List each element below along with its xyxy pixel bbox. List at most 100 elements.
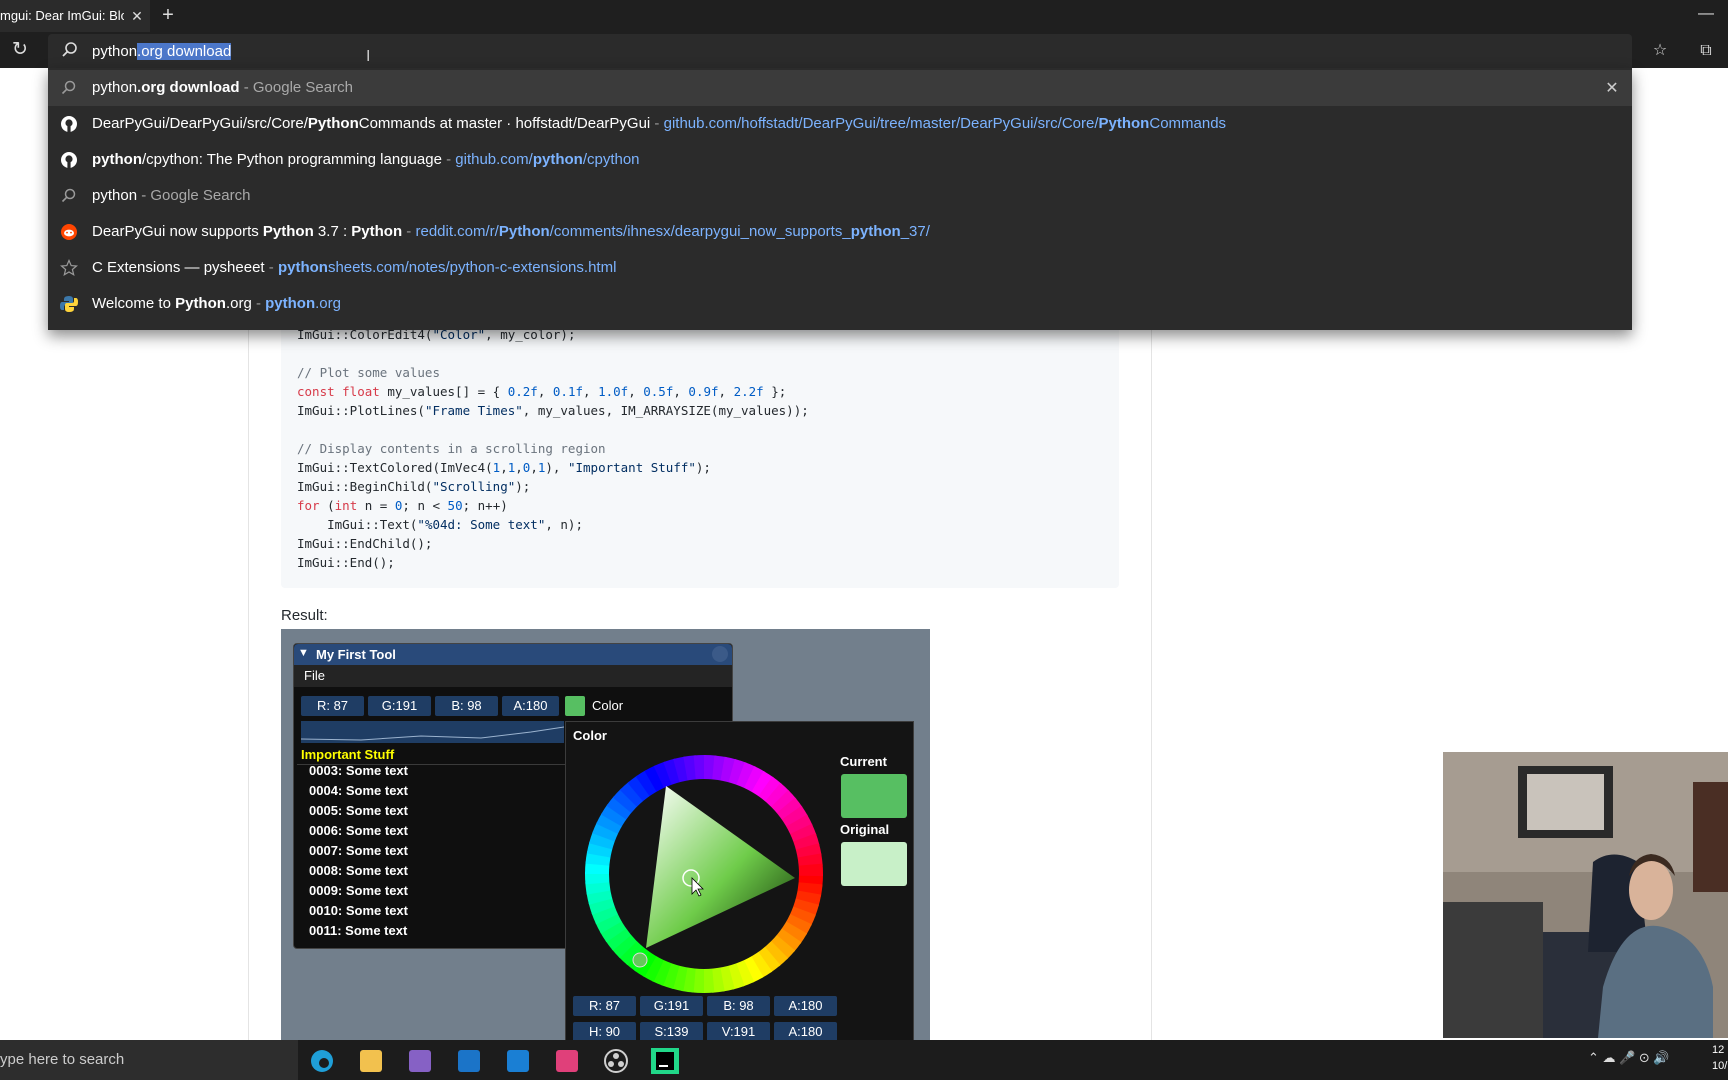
code-token: ImGui::BeginChild(	[297, 479, 433, 494]
code-token: );	[515, 479, 531, 494]
edge-icon[interactable]	[304, 1046, 340, 1076]
visual-studio-icon[interactable]	[402, 1046, 438, 1076]
system-tray[interactable]: ⌃ ☁ 🎤 ⊙ 🔊	[1588, 1050, 1670, 1066]
address-input[interactable]: python.org download	[92, 41, 232, 63]
picker-field-r: R: 87	[573, 996, 636, 1016]
suggestion-url: pythonsheets.com/notes/python-c-extensio…	[278, 259, 616, 276]
code-token: ImGui::TextColored(ImVec4(	[297, 460, 493, 475]
suggestion-title-part: Python	[307, 115, 359, 132]
address-bar[interactable]	[48, 34, 1632, 68]
minimize-icon[interactable]: —	[1696, 0, 1716, 32]
scroll-list-item: 0003: Some text	[309, 763, 408, 778]
suggestion-url: python.org	[265, 295, 341, 312]
scroll-list-item: 0007: Some text	[309, 843, 408, 858]
picker-field-b: B: 98	[707, 996, 770, 1016]
code-line: const float my_values[] = { 0.2f, 0.1f, …	[297, 382, 786, 401]
suggestion-url-part: /comments/ihnesx/dearpygui_now_supports_	[549, 223, 851, 240]
trello-icon[interactable]	[500, 1046, 536, 1076]
scroll-list-item: 0008: Some text	[309, 863, 408, 878]
code-token: // Plot some values	[297, 365, 440, 380]
dismiss-suggestion-icon[interactable]: ✕	[1600, 78, 1624, 100]
tab-bar	[0, 0, 1728, 32]
suggestion-url-part: python	[850, 223, 901, 240]
code-token: ,	[500, 460, 508, 475]
new-tab-icon[interactable]: +	[158, 0, 178, 32]
tab-close-icon[interactable]: ✕	[128, 0, 146, 32]
imgui-window-title: My First Tool	[294, 644, 732, 665]
suggestion-url-part: .org	[315, 295, 341, 312]
code-token: 0.1f	[552, 384, 584, 399]
taskbar-search-box[interactable]: ype here to search	[0, 1040, 298, 1080]
refresh-icon[interactable]: ↻	[8, 36, 32, 64]
suggestion-text: DearPyGui/DearPyGui/src/Core/PythonComma…	[92, 106, 1226, 142]
picker-current-swatch	[841, 774, 907, 818]
suggestion-title-part: python	[92, 187, 138, 204]
code-token: 50	[447, 498, 463, 513]
clock-time[interactable]: 12	[1712, 1044, 1724, 1056]
address-typed-text: python	[92, 43, 138, 60]
outlook-icon[interactable]	[451, 1046, 487, 1076]
clock-date[interactable]: 10/	[1712, 1060, 1727, 1072]
suggestion-title-part: .org	[225, 295, 252, 312]
suggestion-url-part: github.com/hoffstadt/DearPyGui/tree/mast…	[663, 115, 1099, 132]
suggestion-title-part: python	[92, 151, 142, 168]
code-token: "Frame Times"	[424, 403, 523, 418]
suggestion-url-part: Commands	[1149, 115, 1227, 132]
suggestion-title-part: Python	[262, 223, 314, 240]
code-token: );	[695, 460, 711, 475]
scroll-list-item: 0005: Some text	[309, 803, 408, 818]
code-token: (	[319, 498, 335, 513]
suggestion-title-part: 3.7 :	[313, 223, 352, 240]
scroll-list-item: 0004: Some text	[309, 783, 408, 798]
code-token: ; n <	[402, 498, 448, 513]
picker-original-label: Original	[840, 822, 890, 837]
code-token: "Important Stuff"	[567, 460, 696, 475]
collapse-arrow-icon: ▼	[298, 647, 309, 659]
code-line: // Plot some values	[297, 363, 440, 382]
scroll-list-item: 0006: Some text	[309, 823, 408, 838]
scroll-list-item: 0009: Some text	[309, 883, 408, 898]
scroll-list-item: 0010: Some text	[309, 903, 408, 918]
suggestion-url-part: python	[532, 151, 583, 168]
suggestion-item[interactable]: Welcome to Python.org - python.org	[48, 286, 1632, 322]
code-token: const float	[297, 384, 380, 399]
suggestion-url-part: /cpython	[582, 151, 640, 168]
code-token: ,	[530, 460, 538, 475]
picker-field-g: G:191	[640, 996, 703, 1016]
obs-icon[interactable]	[598, 1046, 634, 1076]
suggestion-separator: -	[264, 259, 278, 276]
suggestion-item[interactable]: python.org download - Google Search	[48, 70, 1632, 106]
imgui-color-label: Color	[592, 698, 624, 713]
picker-field-a2: A:180	[774, 1022, 837, 1042]
picker-current-label: Current	[840, 754, 887, 769]
file-explorer-icon[interactable]	[353, 1046, 389, 1076]
suggestion-text: python - Google Search	[92, 178, 250, 214]
suggestion-item[interactable]: python/cpython: The Python programming l…	[48, 142, 1632, 178]
suggestion-item[interactable]: DearPyGui now supports Python 3.7 : Pyth…	[48, 214, 1632, 250]
code-token: // Display contents in a scrolling regio…	[297, 441, 606, 456]
figma-icon[interactable]	[549, 1046, 585, 1076]
suggestion-title-part: Python	[175, 295, 226, 312]
picker-field-a: A:180	[774, 996, 837, 1016]
imgui-plot-lines	[300, 721, 565, 743]
picker-title: Color	[573, 728, 607, 743]
suggestion-item[interactable]: C Extensions — pysheeet - pythonsheets.c…	[48, 250, 1632, 286]
code-token: };	[763, 384, 787, 399]
suggestion-item[interactable]: python - Google Search	[48, 178, 1632, 214]
suggestion-title-part: Welcome to	[92, 295, 176, 312]
scroll-list-item: 0011: Some text	[309, 923, 408, 938]
code-token: 1.0f	[598, 384, 629, 399]
code-token: 0.2f	[507, 384, 538, 399]
suggestion-separator: -	[251, 295, 266, 312]
suggestion-item[interactable]: DearPyGui/DearPyGui/src/Core/PythonComma…	[48, 106, 1632, 142]
code-token: ,	[537, 384, 553, 399]
code-token: , n);	[545, 517, 583, 532]
code-token: ),	[545, 460, 568, 475]
suggestion-title-part: python	[92, 79, 138, 96]
suggestion-separator: - Google Search	[137, 187, 251, 204]
favorites-icon[interactable]: ☆	[1648, 40, 1672, 62]
code-line: // Display contents in a scrolling regio…	[297, 439, 606, 458]
pycharm-icon[interactable]	[647, 1046, 683, 1076]
collections-icon[interactable]: ⧉	[1694, 40, 1718, 62]
code-token: "%04d: Some text"	[417, 517, 546, 532]
